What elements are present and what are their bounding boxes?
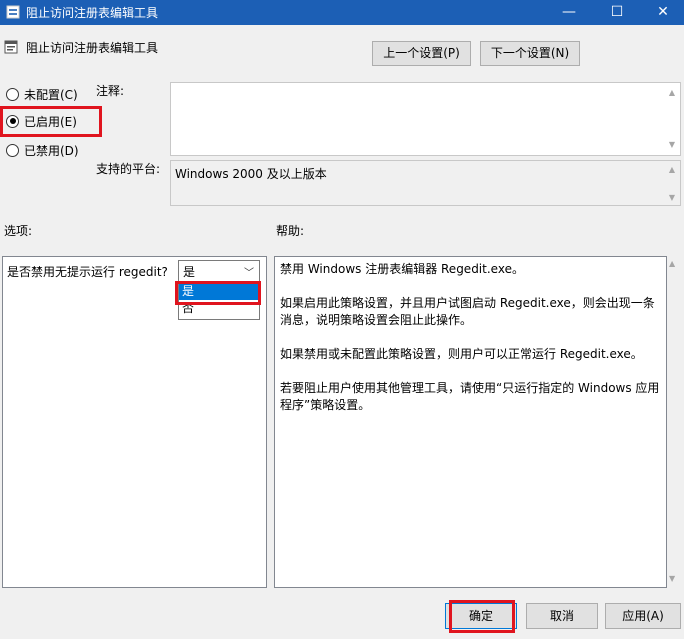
- radio-circle[interactable]: [6, 87, 19, 101]
- radio-circle[interactable]: [6, 143, 19, 157]
- options-label: 选项:: [4, 224, 33, 238]
- minimize-button[interactable]: —: [546, 0, 592, 25]
- previous-setting-button[interactable]: 上一个设置(P): [372, 41, 471, 66]
- radio-label: 已禁用(D): [24, 143, 79, 158]
- ok-annotation-box: [449, 600, 515, 633]
- scroll-down-arrow-icon[interactable]: ▼: [669, 574, 675, 583]
- comment-label: 注释:: [96, 84, 125, 98]
- supported-platform-label: 支持的平台:: [96, 162, 161, 176]
- radio-disabled[interactable]: 已禁用(D): [6, 141, 79, 159]
- next-setting-button[interactable]: 下一个设置(N): [480, 41, 580, 66]
- supported-platform-field: Windows 2000 及以上版本: [170, 160, 681, 206]
- chevron-down-icon[interactable]: ﹀: [244, 264, 254, 279]
- close-button[interactable]: ✕: [640, 0, 684, 25]
- radio-not-configured[interactable]: 未配置(C): [6, 85, 78, 103]
- help-paragraph: 如果禁用或未配置此策略设置，则用户可以正常运行 Regedit.exe。: [280, 347, 643, 361]
- scroll-up-arrow-icon[interactable]: ▲: [669, 259, 675, 268]
- policy-name: 阻止访问注册表编辑工具: [26, 41, 159, 55]
- window-title: 阻止访问注册表编辑工具: [26, 6, 159, 20]
- enabled-annotation-box: [0, 106, 102, 137]
- scroll-up-arrow-icon[interactable]: ▲: [666, 88, 678, 97]
- cancel-button[interactable]: 取消: [526, 603, 598, 629]
- help-text-panel: 禁用 Windows 注册表编辑器 Regedit.exe。 如果启用此策略设置…: [274, 256, 667, 588]
- dropdown-annotation-box: [175, 281, 261, 305]
- help-label: 帮助:: [276, 224, 305, 238]
- apply-button[interactable]: 应用(A): [605, 603, 681, 629]
- help-paragraph: 如果启用此策略设置，并且用户试图启动 Regedit.exe，则会出现一条消息，…: [280, 296, 655, 327]
- maximize-button[interactable]: ☐: [594, 0, 640, 25]
- help-paragraph: 若要阻止用户使用其他管理工具，请使用“只运行指定的 Windows 应用程序”策…: [280, 381, 660, 412]
- title-bar[interactable]: 阻止访问注册表编辑工具 — ☐ ✕: [0, 0, 684, 25]
- scroll-down-arrow-icon[interactable]: ▼: [666, 140, 678, 149]
- option-question-label: 是否禁用无提示运行 regedit?: [7, 265, 168, 279]
- scroll-up-arrow-icon[interactable]: ▲: [666, 165, 678, 174]
- radio-label: 未配置(C): [24, 87, 78, 102]
- policy-settings-icon: [6, 5, 20, 19]
- help-paragraph: 禁用 Windows 注册表编辑器 Regedit.exe。: [280, 262, 524, 276]
- scroll-down-arrow-icon[interactable]: ▼: [666, 193, 678, 202]
- policy-icon: [4, 40, 18, 54]
- comment-textarea[interactable]: [170, 82, 681, 156]
